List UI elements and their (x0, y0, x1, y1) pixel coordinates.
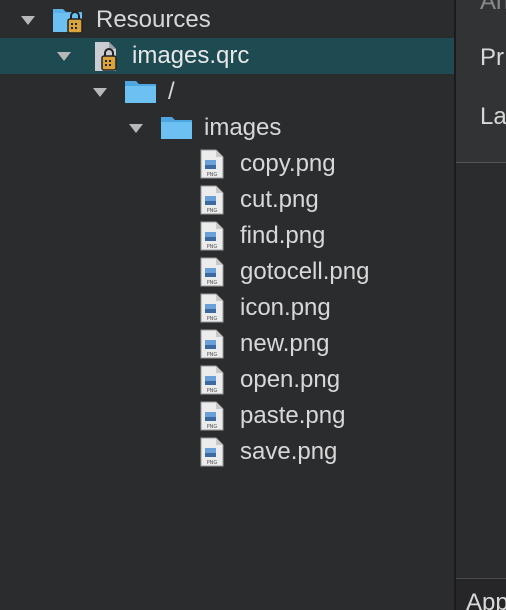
png-file-icon: PNG (200, 293, 224, 330)
svg-text:PNG: PNG (207, 244, 218, 250)
file-item[interactable]: PNG save.png (0, 434, 454, 470)
right-panel-item[interactable]: La (480, 103, 506, 131)
file-item[interactable]: PNG icon.png (0, 290, 454, 326)
file-item[interactable]: PNG paste.png (0, 398, 454, 434)
svg-text:PNG: PNG (207, 460, 218, 466)
right-panel-footer: App (456, 578, 506, 610)
svg-text:PNG: PNG (207, 280, 218, 286)
right-panel-footer-label[interactable]: App (466, 589, 506, 610)
file-item[interactable]: PNG new.png (0, 326, 454, 362)
file-label: paste.png (240, 402, 346, 429)
file-label: cut.png (240, 186, 319, 213)
file-item[interactable]: PNG cut.png (0, 182, 454, 218)
png-file-icon: PNG (200, 149, 224, 186)
file-item[interactable]: PNG find.png (0, 218, 454, 254)
svg-text:PNG: PNG (207, 424, 218, 430)
tree-item-qrc[interactable]: images.qrc (0, 38, 454, 74)
tree-item-resources[interactable]: Resources (0, 2, 454, 38)
png-file-icon: PNG (200, 401, 224, 438)
svg-text:PNG: PNG (207, 388, 218, 394)
svg-text:PNG: PNG (207, 172, 218, 178)
svg-text:PNG: PNG (207, 208, 218, 214)
png-file-icon: PNG (200, 221, 224, 258)
disclosure-expanded-icon[interactable] (129, 124, 143, 133)
png-file-icon: PNG (200, 329, 224, 366)
png-file-icon: PNG (200, 437, 224, 474)
tree-item-label: images (204, 114, 282, 141)
file-label: copy.png (240, 150, 336, 177)
right-panel-item[interactable]: Pr (480, 44, 504, 72)
folder-icon (160, 115, 194, 148)
disclosure-expanded-icon[interactable] (57, 52, 71, 61)
file-label: save.png (240, 438, 338, 465)
resource-browser: Resources images.qrc / images PNG copy.p… (0, 0, 506, 610)
folder-icon (124, 79, 158, 112)
right-panel-item[interactable]: An (480, 0, 506, 16)
tree-item-label: images.qrc (132, 42, 250, 69)
disclosure-expanded-icon[interactable] (21, 16, 35, 25)
file-label: new.png (240, 330, 330, 357)
png-file-icon: PNG (200, 257, 224, 294)
right-panel-group: An Pr La (456, 0, 506, 163)
svg-text:PNG: PNG (207, 316, 218, 322)
tree-item-prefix[interactable]: / (0, 74, 454, 110)
resource-tree: Resources images.qrc / images PNG copy.p… (0, 0, 454, 610)
tree-item-label: Resources (96, 6, 211, 33)
svg-text:PNG: PNG (207, 352, 218, 358)
tree-item-images-folder[interactable]: images (0, 110, 454, 146)
file-label: icon.png (240, 294, 331, 321)
disclosure-expanded-icon[interactable] (93, 88, 107, 97)
file-label: find.png (240, 222, 326, 249)
file-item[interactable]: PNG gotocell.png (0, 254, 454, 290)
file-item[interactable]: PNG copy.png (0, 146, 454, 182)
png-file-icon: PNG (200, 185, 224, 222)
png-file-icon: PNG (200, 365, 224, 402)
file-label: open.png (240, 366, 341, 393)
file-item[interactable]: PNG open.png (0, 362, 454, 398)
right-panel: An Pr La App (456, 0, 506, 610)
tree-item-label: / (168, 78, 175, 105)
file-label: gotocell.png (240, 258, 370, 285)
